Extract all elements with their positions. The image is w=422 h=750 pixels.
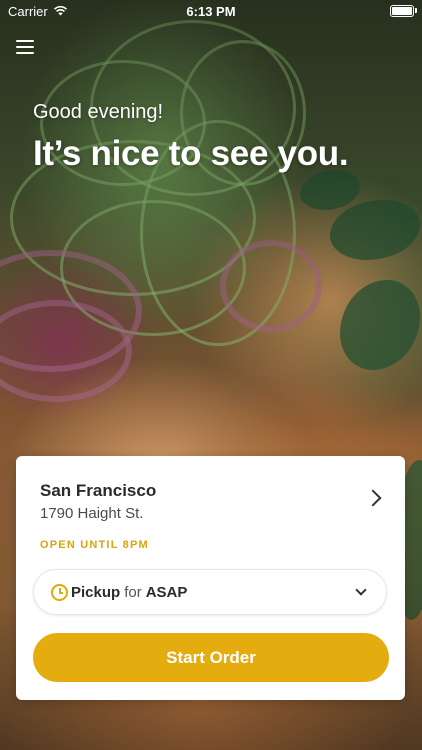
status-bar: Carrier 6:13 PM — [0, 0, 422, 22]
start-order-button[interactable]: Start Order — [33, 633, 389, 682]
greeting-text: Good evening! — [33, 101, 164, 123]
pickup-time-selector[interactable]: Pickup for ASAP — [33, 569, 387, 615]
pickup-method: Pickup — [71, 584, 121, 601]
pickup-summary: Pickup for ASAP — [71, 584, 187, 601]
location-city: San Francisco — [40, 481, 157, 500]
location-card: San Francisco 1790 Haight St. OPEN UNTIL… — [16, 456, 405, 700]
status-time: 6:13 PM — [186, 4, 236, 19]
clock-icon — [51, 584, 68, 601]
battery-icon — [390, 5, 417, 17]
location-address: 1790 Haight St. — [40, 505, 144, 522]
chevron-down-icon — [355, 584, 367, 596]
hamburger-menu-icon[interactable] — [16, 40, 34, 56]
pickup-joiner: for — [124, 584, 142, 601]
opening-hours-label: OPEN UNTIL 8PM — [40, 539, 149, 551]
location-selector[interactable]: San Francisco 1790 Haight St. — [16, 456, 405, 536]
welcome-heading: It’s nice to see you. — [33, 134, 349, 173]
pickup-time: ASAP — [145, 584, 188, 601]
battery-fill — [392, 7, 412, 15]
chevron-right-icon — [364, 489, 382, 507]
